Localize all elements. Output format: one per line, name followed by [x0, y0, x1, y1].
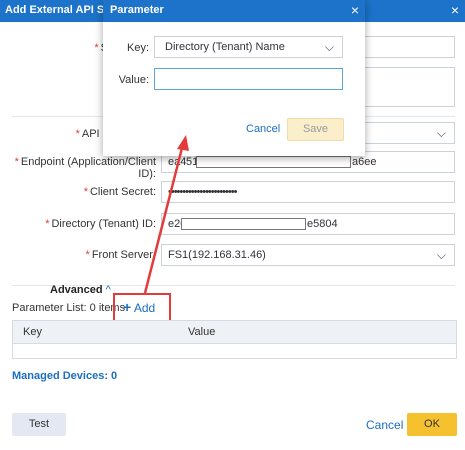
arrow-shaft: [143, 147, 184, 294]
annotation-arrow: [143, 135, 189, 294]
arrow-head: [177, 135, 189, 151]
